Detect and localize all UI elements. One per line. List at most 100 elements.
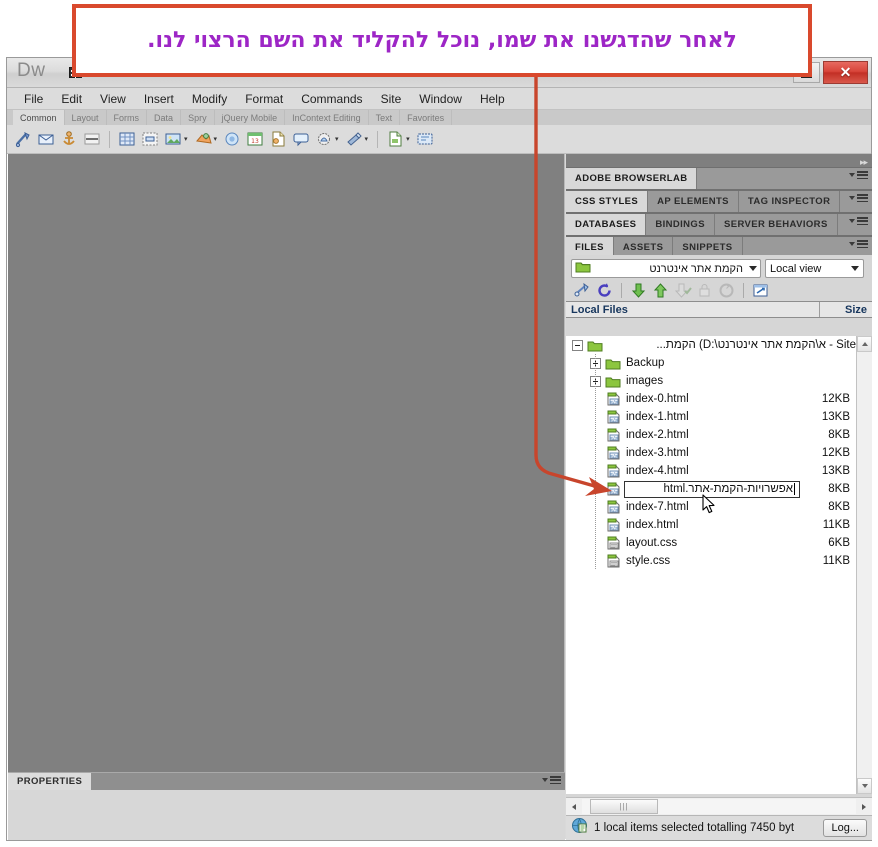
email-link-icon[interactable] xyxy=(36,129,56,149)
chevron-down-icon[interactable]: ▾ xyxy=(214,135,218,143)
file-name: index-3.html xyxy=(622,447,804,459)
table-row[interactable]: </> index-2.html 8KB xyxy=(566,426,856,444)
folder-icon xyxy=(575,260,591,278)
table-icon[interactable] xyxy=(117,129,137,149)
panel-menu-button[interactable] xyxy=(849,217,868,225)
chevron-down-icon[interactable]: ▾ xyxy=(365,135,369,143)
table-row[interactable]: </> index-3.html 12KB xyxy=(566,444,856,462)
panel-menu-button[interactable] xyxy=(849,194,868,202)
close-window-button[interactable]: ✕ xyxy=(823,61,868,84)
connect-to-remote-host-icon[interactable] xyxy=(573,281,592,300)
insert-tab-jquery-mobile[interactable]: jQuery Mobile xyxy=(215,110,286,125)
table-row[interactable]: </> index.html 11KB xyxy=(566,516,856,534)
menu-item-edit[interactable]: Edit xyxy=(52,90,91,108)
insert-tab-favorites[interactable]: Favorites xyxy=(400,110,452,125)
table-row[interactable]: style.css 11KB xyxy=(566,552,856,570)
chevron-down-icon xyxy=(849,242,855,246)
tab-ap-elements[interactable]: AP ELEMENTS xyxy=(648,191,739,212)
insert-div-icon[interactable] xyxy=(140,129,160,149)
properties-panel-menu-button[interactable] xyxy=(542,776,561,784)
file-list-vertical-scrollbar[interactable] xyxy=(856,336,872,794)
table-row[interactable]: ‎הקמת...‏ (D:\א\הקמת אתר אינטרנט - Site xyxy=(566,336,856,354)
server-side-include-icon[interactable] xyxy=(268,129,288,149)
widget-icon[interactable] xyxy=(222,129,242,149)
menu-item-commands[interactable]: Commands xyxy=(292,90,371,108)
image-icon[interactable] xyxy=(163,129,183,149)
insert-tab-layout[interactable]: Layout xyxy=(65,110,107,125)
chevron-down-icon[interactable]: ▾ xyxy=(406,135,410,143)
date-icon[interactable]: 13 xyxy=(245,129,265,149)
mouse-cursor xyxy=(702,494,717,515)
menu-item-insert[interactable]: Insert xyxy=(135,90,183,108)
file-name: index.html xyxy=(622,519,804,531)
panel-group-browserlab: ADOBE BROWSERLAB xyxy=(566,168,872,191)
insert-tab-spry[interactable]: Spry xyxy=(181,110,215,125)
insert-tab-common[interactable]: Common xyxy=(13,110,65,125)
horizontal-rule-icon[interactable] xyxy=(82,129,102,149)
table-row[interactable]: </> index-1.html 13KB xyxy=(566,408,856,426)
scroll-right-button[interactable] xyxy=(856,799,872,815)
chevron-down-icon[interactable]: ▾ xyxy=(335,135,339,143)
menu-item-view[interactable]: View xyxy=(91,90,135,108)
panel-group-header: CSS STYLES AP ELEMENTS TAG INSPECTOR xyxy=(566,191,872,212)
view-select[interactable]: Local view xyxy=(765,259,864,278)
file-size: 13KB xyxy=(804,465,856,477)
scroll-up-button[interactable] xyxy=(857,336,872,352)
menu-item-format[interactable]: Format xyxy=(236,90,292,108)
tab-databases[interactable]: DATABASES xyxy=(566,214,646,235)
check-out-icon[interactable] xyxy=(673,281,692,300)
synchronize-icon[interactable] xyxy=(717,281,736,300)
insert-tab-forms[interactable]: Forms xyxy=(107,110,148,125)
panel-menu-button[interactable] xyxy=(849,171,868,179)
column-header-local-files[interactable]: Local Files xyxy=(566,302,820,317)
tab-bindings[interactable]: BINDINGS xyxy=(646,214,715,235)
tab-css-styles[interactable]: CSS STYLES xyxy=(566,191,648,212)
insert-tab-text[interactable]: Text xyxy=(369,110,401,125)
collapse-twisty-icon[interactable] xyxy=(572,340,583,351)
tab-properties[interactable]: PROPERTIES xyxy=(8,773,91,790)
menu-item-site[interactable]: Site xyxy=(372,90,411,108)
check-in-icon[interactable] xyxy=(695,281,714,300)
refresh-icon[interactable] xyxy=(595,281,614,300)
menu-item-file[interactable]: File xyxy=(15,90,52,108)
hscroll-thumb[interactable]: ||| xyxy=(590,799,658,814)
file-list-horizontal-scrollbar[interactable]: ||| xyxy=(566,797,872,815)
expand-panels-icon[interactable]: ▸▸ xyxy=(860,157,867,168)
tab-tag-inspector[interactable]: TAG INSPECTOR xyxy=(739,191,840,212)
media-icon[interactable] xyxy=(193,129,213,149)
tab-server-behaviors[interactable]: SERVER BEHAVIORS xyxy=(715,214,838,235)
table-row[interactable]: layout.css 6KB xyxy=(566,534,856,552)
files-panel-toolbar xyxy=(566,279,872,301)
table-row[interactable]: images xyxy=(566,372,856,390)
tag-chooser-icon[interactable] xyxy=(415,129,435,149)
table-row[interactable]: Backup xyxy=(566,354,856,372)
log-button[interactable]: Log... xyxy=(823,819,867,837)
get-files-icon[interactable] xyxy=(629,281,648,300)
anchor-icon[interactable] xyxy=(59,129,79,149)
scroll-left-button[interactable] xyxy=(566,799,582,815)
chevron-down-icon[interactable]: ▾ xyxy=(184,135,188,143)
table-row[interactable]: </> index-4.html 13KB xyxy=(566,462,856,480)
put-files-icon[interactable] xyxy=(651,281,670,300)
comment-icon[interactable] xyxy=(291,129,311,149)
panel-menu-button[interactable] xyxy=(849,240,868,248)
column-header-size[interactable]: Size xyxy=(820,302,872,317)
tab-adobe-browserlab[interactable]: ADOBE BROWSERLAB xyxy=(566,168,697,189)
document-canvas[interactable] xyxy=(8,154,565,772)
menu-item-help[interactable]: Help xyxy=(471,90,514,108)
table-row[interactable]: </> index-0.html 12KB xyxy=(566,390,856,408)
close-icon: ✕ xyxy=(840,64,852,81)
expand-collapse-icon[interactable] xyxy=(751,281,770,300)
template-icon[interactable] xyxy=(385,129,405,149)
menu-item-modify[interactable]: Modify xyxy=(183,90,236,108)
scroll-down-button[interactable] xyxy=(857,778,872,794)
site-select[interactable]: הקמת אתר אינטרנט xyxy=(571,259,761,278)
insert-tab-incontext-editing[interactable]: InContext Editing xyxy=(285,110,369,125)
insert-tab-data[interactable]: Data xyxy=(147,110,181,125)
hyperlink-icon[interactable] xyxy=(13,129,33,149)
menu-item-window[interactable]: Window xyxy=(410,90,471,108)
head-icon[interactable] xyxy=(314,129,334,149)
hscroll-track[interactable]: ||| xyxy=(582,799,856,814)
script-icon[interactable] xyxy=(344,129,364,149)
dock-expand-bar[interactable]: ▸▸ xyxy=(566,154,872,168)
